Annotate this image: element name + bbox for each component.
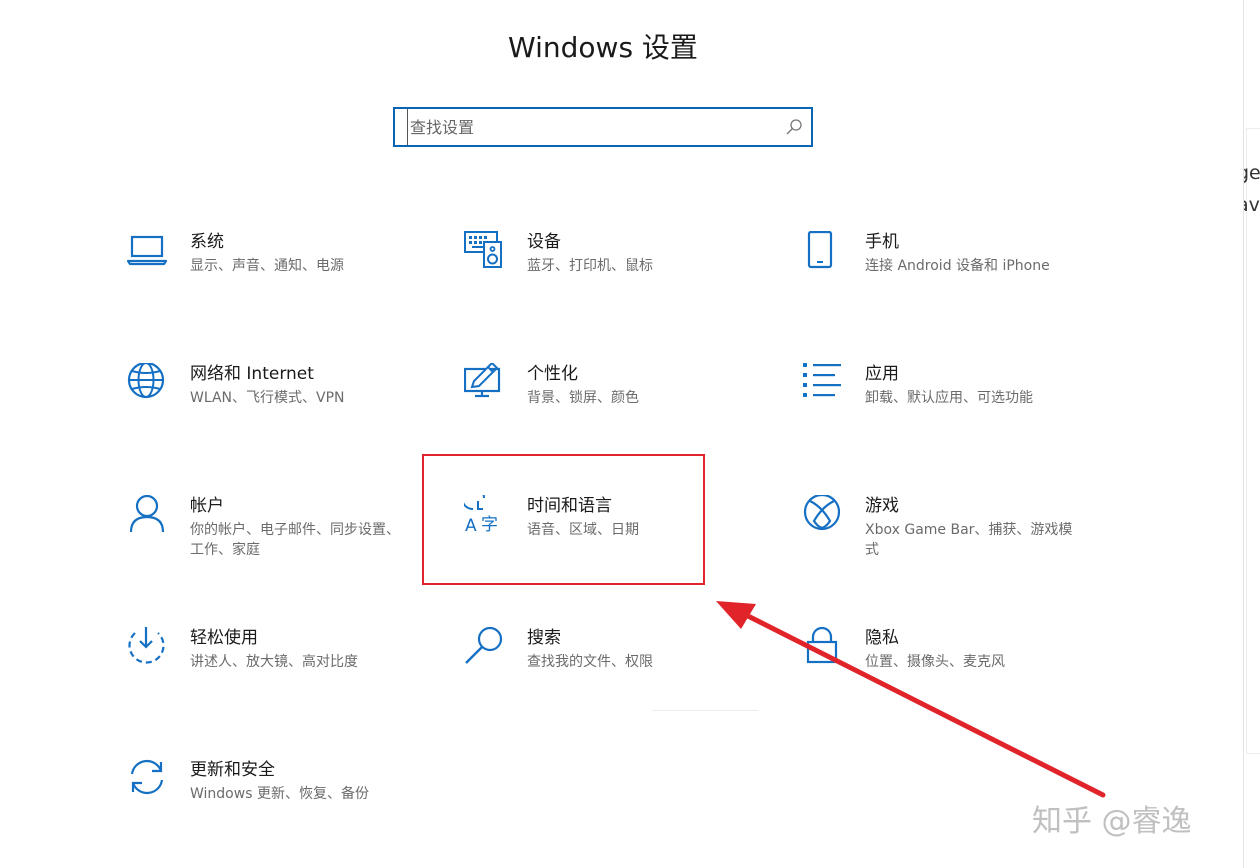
tile-desc: Xbox Game Bar、捕获、游戏模式 <box>865 522 1073 558</box>
tile-name: 帐户 <box>190 496 224 516</box>
lock-icon <box>802 627 844 669</box>
tile-phone[interactable]: 手机 连接 Android 设备和 iPhone <box>802 231 1102 331</box>
watermark: 知乎 @睿逸 <box>1032 804 1192 839</box>
ease-of-access-icon <box>127 627 169 669</box>
tile-name: 应用 <box>865 364 899 384</box>
globe-icon <box>127 363 169 405</box>
tile-system[interactable]: 系统 显示、声音、通知、电源 <box>127 231 427 331</box>
tile-name: 更新和安全 <box>190 760 275 780</box>
update-sync-icon <box>127 759 169 801</box>
tile-accounts[interactable]: 帐户 你的帐户、电子邮件、同步设置、工作、家庭 <box>127 495 427 595</box>
tile-privacy[interactable]: 隐私 位置、摄像头、麦克风 <box>802 627 1102 727</box>
tile-desc: 连接 Android 设备和 iPhone <box>865 258 1050 274</box>
tile-name: 搜索 <box>527 628 561 648</box>
phone-icon <box>802 231 844 273</box>
tile-name: 游戏 <box>865 496 899 516</box>
tile-desc: 查找我的文件、权限 <box>527 654 653 670</box>
divider <box>652 710 758 711</box>
tile-update-security[interactable]: 更新和安全 Windows 更新、恢复、备份 <box>127 759 427 859</box>
highlight-box <box>422 454 705 585</box>
tile-name: 手机 <box>865 232 899 252</box>
search-magnifier-icon <box>464 627 506 669</box>
tile-desc: 讲述人、放大镜、高对比度 <box>190 654 358 670</box>
tile-apps[interactable]: 应用 卸载、默认应用、可选功能 <box>802 363 1102 463</box>
xbox-icon <box>802 495 844 537</box>
tile-name: 轻松使用 <box>190 628 258 648</box>
tile-search[interactable]: 搜索 查找我的文件、权限 <box>464 627 764 727</box>
page-title: Windows 设置 <box>508 31 698 64</box>
tile-desc: 你的帐户、电子邮件、同步设置、工作、家庭 <box>190 522 400 558</box>
tile-name: 设备 <box>527 232 561 252</box>
tile-desc: 蓝牙、打印机、鼠标 <box>527 258 653 274</box>
tile-gaming[interactable]: 游戏 Xbox Game Bar、捕获、游戏模式 <box>802 495 1102 595</box>
tile-devices[interactable]: 设备 蓝牙、打印机、鼠标 <box>464 231 764 331</box>
tile-name: 网络和 Internet <box>190 364 314 384</box>
tile-desc: 卸载、默认应用、可选功能 <box>865 390 1033 406</box>
tile-desc: WLAN、飞行模式、VPN <box>190 390 345 406</box>
tile-desc: 背景、锁屏、颜色 <box>527 390 639 406</box>
tile-desc: Windows 更新、恢复、备份 <box>190 786 369 802</box>
tile-personalization[interactable]: 个性化 背景、锁屏、颜色 <box>464 363 764 463</box>
apps-list-icon <box>802 363 844 405</box>
background-window-edge: ge av <box>1243 0 1260 868</box>
search-box[interactable] <box>393 107 813 147</box>
tile-name: 个性化 <box>527 364 578 384</box>
tile-name: 隐私 <box>865 628 899 648</box>
search-input[interactable] <box>407 109 774 145</box>
settings-window: Windows 设置 系统 显示、声音、通知、电源 设备 蓝牙、打印机、鼠标 手… <box>0 0 1243 868</box>
paint-icon <box>464 363 506 405</box>
tile-desc: 位置、摄像头、麦克风 <box>865 654 1005 670</box>
background-text-fragment: ge <box>1244 162 1260 184</box>
tile-ease-of-access[interactable]: 轻松使用 讲述人、放大镜、高对比度 <box>127 627 427 727</box>
tile-network[interactable]: 网络和 Internet WLAN、飞行模式、VPN <box>127 363 427 463</box>
tile-name: 系统 <box>190 232 224 252</box>
search-icon[interactable] <box>785 118 803 136</box>
tile-desc: 显示、声音、通知、电源 <box>190 258 344 274</box>
person-icon <box>127 495 169 537</box>
devices-icon <box>464 231 506 273</box>
background-text-fragment: av <box>1244 194 1260 216</box>
background-window-frame <box>1246 128 1260 754</box>
laptop-icon <box>127 231 169 273</box>
